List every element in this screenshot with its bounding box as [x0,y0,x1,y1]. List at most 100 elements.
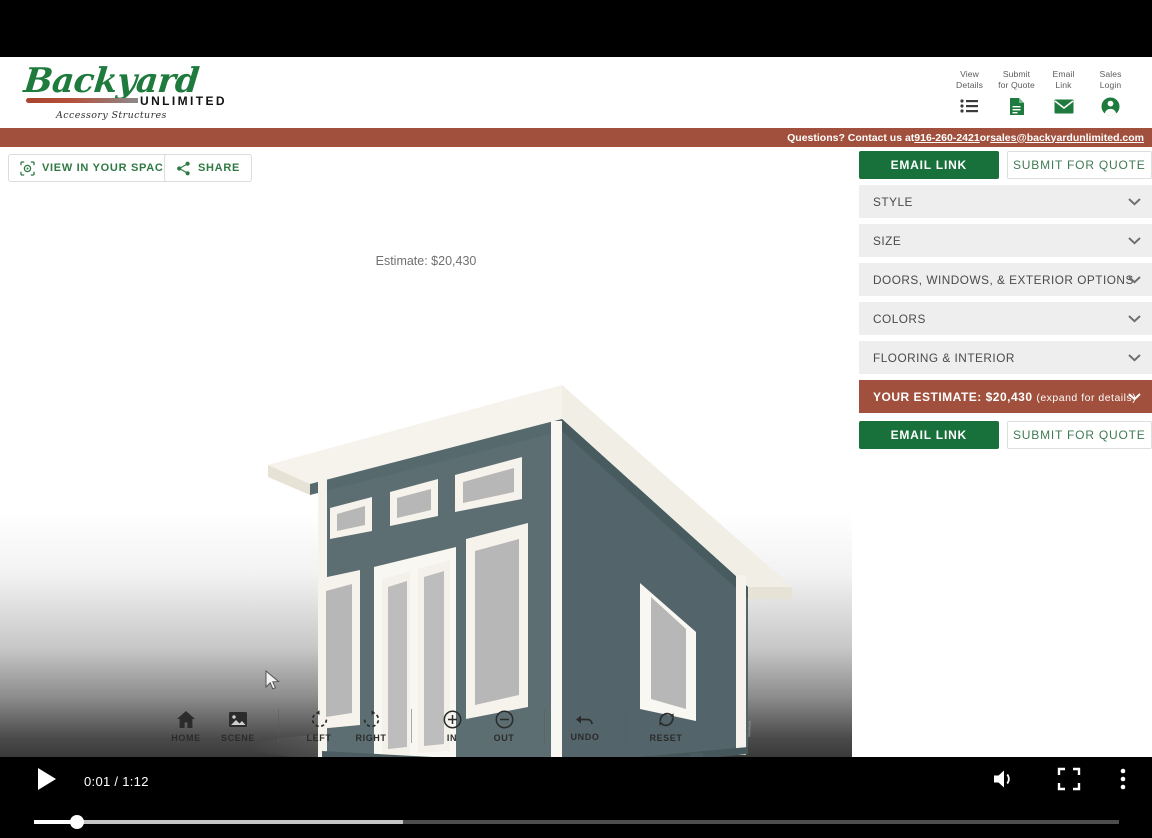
logo-unlimited: UNLIMITED [140,94,227,108]
accordion-style-label: STYLE [873,194,913,209]
contact-email-link[interactable]: sales@backyardunlimited.com [990,132,1144,144]
accordion-colors-label: COLORS [873,311,926,326]
toolbar-divider [278,709,279,743]
zoom-out-button[interactable]: OUT [478,710,530,743]
nav-label-line1: Sales [1099,69,1122,79]
tool-group-rotate: LEFT RIGHT [293,709,397,743]
front-right-window [466,523,528,719]
toolbar-divider [411,709,412,743]
progress-scrubber-handle[interactable] [70,815,85,829]
accordion-flooring-label: FLOORING & INTERIOR [873,350,1015,365]
progress-track-buffered [34,820,403,824]
email-link-button-bottom[interactable]: EMAIL LINK [859,421,999,449]
chevron-down-icon [1128,193,1141,211]
home-button[interactable]: HOME [160,710,212,743]
accordion-style[interactable]: STYLE [859,185,1152,218]
chevron-down-icon [1128,271,1141,289]
shed-3d-model[interactable]: Backyard Backyard [0,147,852,757]
envelope-icon [1054,96,1074,116]
estimate-row-main: YOUR ESTIMATE: $20,430 [873,389,1037,404]
chevron-down-icon [1128,310,1141,328]
chevron-down-icon [1128,232,1141,250]
model-viewer[interactable]: VIEW IN YOUR SPACE SHARE Estimate: $20,4… [0,147,852,757]
home-icon [176,710,196,729]
nav-item-email-link[interactable]: Email Link [1040,69,1087,116]
video-right-controls [992,757,1126,805]
toolbar-divider [625,709,626,743]
reset-label: RESET [649,732,683,743]
accordion-doors-label: DOORS, WINDOWS, & EXTERIOR OPTIONS [873,272,1134,287]
scene-button[interactable]: SCENE [212,710,264,743]
rotate-left-icon [310,709,329,729]
accordion-colors[interactable]: COLORS [859,302,1152,335]
video-controls-bar: 0:01 / 1:12 [0,757,1152,838]
rotate-left-button[interactable]: LEFT [293,709,345,743]
reset-button[interactable]: RESET [640,710,692,743]
out-label: OUT [493,732,515,743]
accordion-size-label: SIZE [873,233,902,248]
video-controls-row: 0:01 / 1:12 [0,757,1152,805]
document-icon [1009,96,1025,116]
zoom-out-icon [495,710,514,729]
play-button[interactable] [36,767,58,796]
submit-for-quote-button-top[interactable]: SUBMIT FOR QUOTE [1006,151,1152,179]
accordion-doors-windows-exterior[interactable]: DOORS, WINDOWS, & EXTERIOR OPTIONS [859,263,1152,296]
accordion-size[interactable]: SIZE [859,224,1152,257]
nav-label-line2: Login [1099,80,1122,90]
zoom-in-button[interactable]: IN [426,710,478,743]
contact-bar: Questions? Contact us at 916-260-2421 or… [0,128,1152,147]
right-label: RIGHT [355,732,387,743]
submit-for-quote-button-bottom[interactable]: SUBMIT FOR QUOTE [1006,421,1152,449]
volume-icon[interactable] [992,768,1018,795]
nav-label-line1: View [960,69,979,79]
nav-label-line2: for Quote [998,80,1035,90]
logo-swoosh [26,98,138,103]
tool-group-undo: UNDO [559,711,611,742]
nav-item-submit-for-quote[interactable]: Submit for Quote [993,69,1040,116]
reset-icon [657,710,676,729]
viewer-bottom-toolbar: HOME SCENE LEFT RIGHT IN OUT UNDO RESET [0,695,852,757]
nav-item-sales-login[interactable]: Sales Login [1087,69,1134,116]
person-icon [1101,96,1120,116]
chevron-down-icon [1128,388,1141,406]
header-nav: View Details Submit for Quote Email Link… [946,69,1134,116]
letterbox-top [0,0,1152,57]
estimate-row-label: YOUR ESTIMATE: $20,430 (expand for detai… [873,390,1136,404]
undo-button[interactable]: UNDO [559,711,611,742]
nav-item-view-details[interactable]: View Details [946,69,993,116]
nav-label-line2: Link [1055,80,1072,90]
tool-group-view: HOME SCENE [160,710,264,743]
email-link-button-top[interactable]: EMAIL LINK [859,151,999,179]
body-split: VIEW IN YOUR SPACE SHARE Estimate: $20,4… [0,147,1152,757]
tool-group-reset: RESET [640,710,692,743]
brand-logo[interactable]: Backyard UNLIMITED Accessory Structures [22,61,225,123]
left-label: LEFT [306,732,332,743]
tool-group-zoom: IN OUT [426,710,530,743]
panel-bottom-button-row: EMAIL LINK SUBMIT FOR QUOTE [859,419,1152,455]
nav-label-line1: Submit [1002,69,1031,79]
fullscreen-icon[interactable] [1057,767,1081,796]
app-window: Backyard UNLIMITED Accessory Structures … [0,57,1152,757]
logo-tagline: Accessory Structures [56,110,167,121]
site-header: Backyard UNLIMITED Accessory Structures … [0,57,1152,128]
rotate-right-button[interactable]: RIGHT [345,709,397,743]
toolbar-divider [544,709,545,743]
image-icon [228,710,248,729]
contact-middle: or [979,131,991,144]
mouse-cursor [265,670,280,690]
nav-label-line2: Details [956,80,983,90]
accordion-flooring-interior[interactable]: FLOORING & INTERIOR [859,341,1152,374]
undo-label: UNDO [570,731,600,742]
chevron-down-icon [1128,349,1141,367]
panel-top-button-row: EMAIL LINK SUBMIT FOR QUOTE [859,147,1152,185]
more-vertical-icon[interactable] [1120,767,1126,796]
list-icon [960,96,979,116]
undo-icon [575,711,596,728]
accordion-your-estimate[interactable]: YOUR ESTIMATE: $20,430 (expand for detai… [859,380,1152,413]
video-time-display: 0:01 / 1:12 [84,773,149,789]
scene-label: SCENE [220,732,255,743]
video-progress-bar[interactable] [34,815,1119,829]
contact-phone-link[interactable]: 916-260-2421 [914,132,979,144]
in-label: IN [446,732,458,743]
rotate-right-icon [362,709,381,729]
